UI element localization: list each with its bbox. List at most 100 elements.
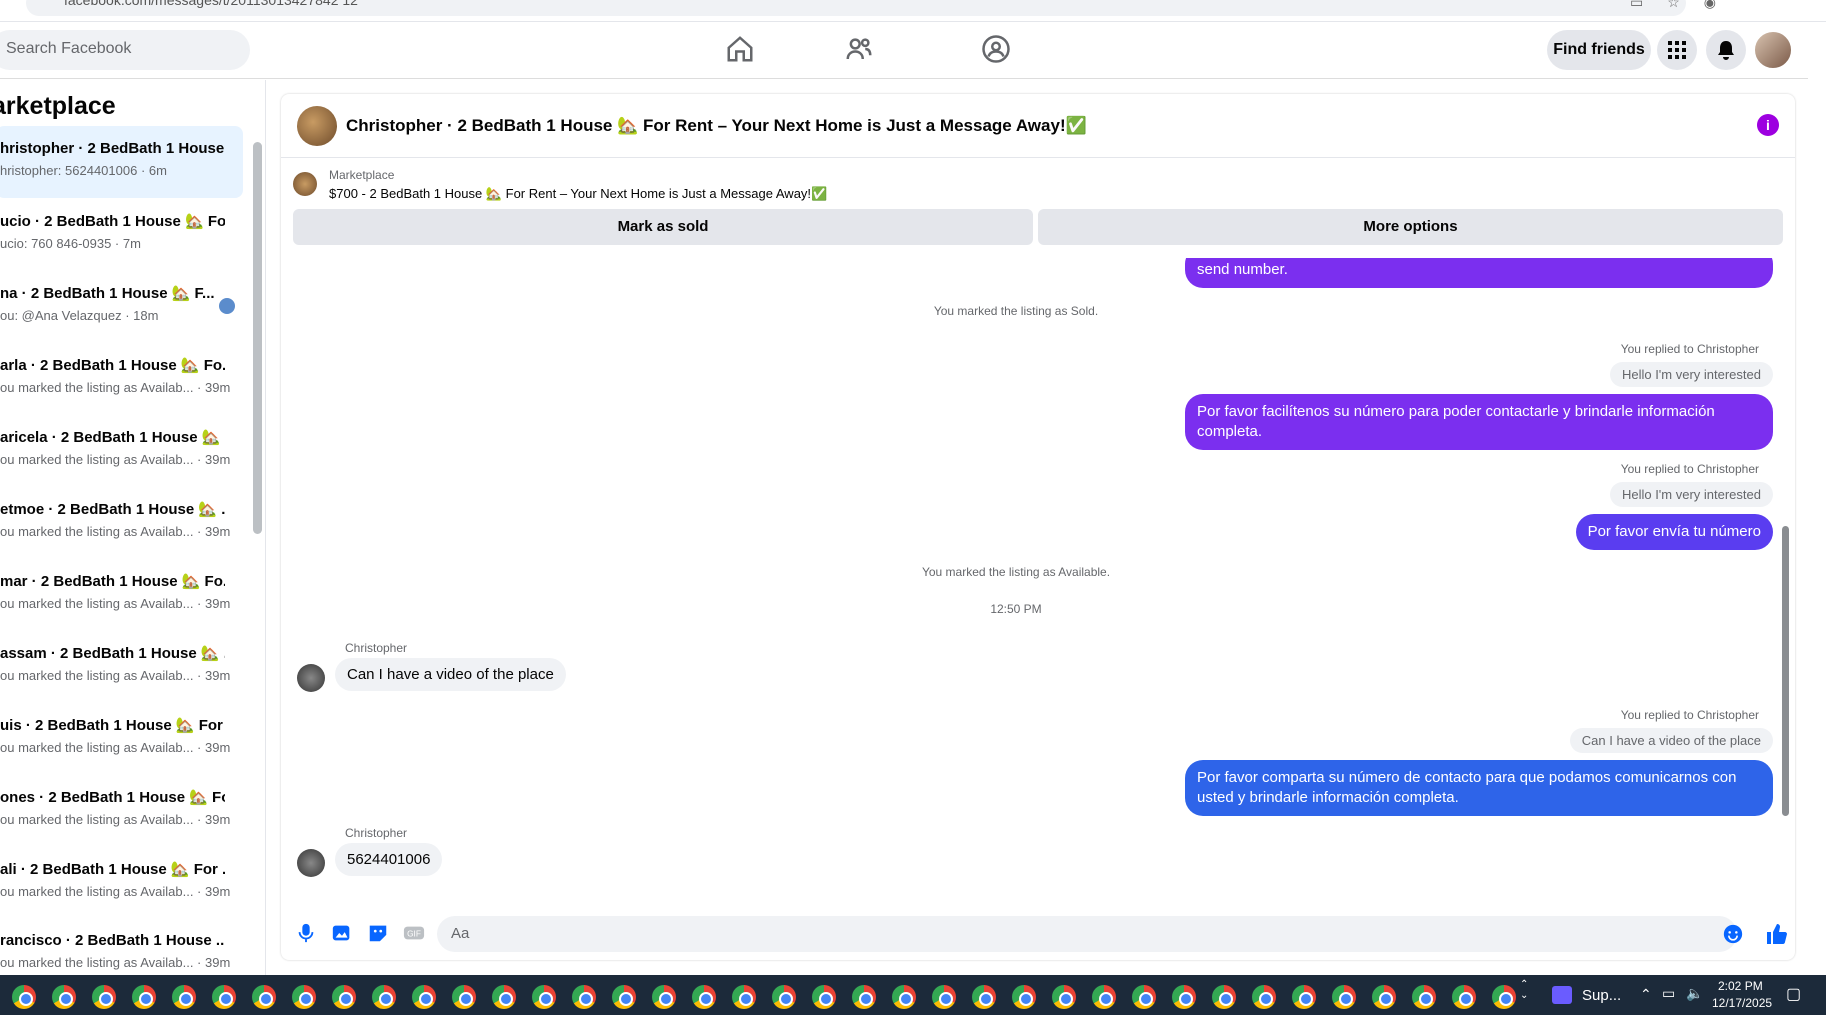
quoted-message[interactable]: Hello I'm very interested <box>1609 362 1773 387</box>
emoji-icon[interactable] <box>1723 924 1743 944</box>
find-friends-button[interactable]: Find friends <box>1547 30 1651 70</box>
chrome-app-icon[interactable] <box>92 985 116 1009</box>
message-input[interactable]: Aa <box>437 916 1737 952</box>
info-icon[interactable]: i <box>1757 114 1779 136</box>
taskbar-app-label[interactable]: Sup... <box>1582 987 1621 1004</box>
chrome-app-icon[interactable] <box>212 985 236 1009</box>
account-avatar[interactable] <box>1753 30 1793 70</box>
chrome-app-icon[interactable] <box>452 985 476 1009</box>
listing-thumbnail[interactable] <box>293 172 317 196</box>
chrome-app-icon[interactable] <box>1212 985 1236 1009</box>
chrome-app-icon[interactable] <box>892 985 916 1009</box>
notification-center-icon[interactable]: ▢ <box>1786 984 1801 1004</box>
chrome-app-icon[interactable] <box>252 985 276 1009</box>
chrome-app-icon[interactable] <box>972 985 996 1009</box>
cast-icon[interactable]: ▭ <box>1630 0 1643 11</box>
search-input[interactable]: Search Facebook <box>0 30 250 70</box>
chrome-app-icon[interactable] <box>1492 985 1516 1009</box>
more-options-button[interactable]: More options <box>1038 209 1783 245</box>
sidebar-title: arketplace <box>0 92 116 120</box>
chrome-app-icon[interactable] <box>932 985 956 1009</box>
network-icon[interactable]: ▭ <box>1662 985 1675 1002</box>
sender-avatar[interactable] <box>297 664 325 692</box>
chrome-app-icon[interactable] <box>1412 985 1436 1009</box>
chrome-app-icon[interactable] <box>292 985 316 1009</box>
chrome-app-icon[interactable] <box>52 985 76 1009</box>
profile-icon[interactable]: ◉ <box>1704 0 1716 11</box>
chrome-app-icon[interactable] <box>412 985 436 1009</box>
volume-icon[interactable]: 🔈 <box>1686 985 1703 1002</box>
chrome-app-icon[interactable] <box>12 985 36 1009</box>
reply-indicator: You replied to Christopher <box>1620 342 1759 356</box>
messages-scrollbar[interactable] <box>1782 526 1789 816</box>
chrome-app-icon[interactable] <box>812 985 836 1009</box>
quoted-message[interactable]: Hello I'm very interested <box>1609 482 1773 507</box>
thread-item[interactable]: hristopher · 2 BedBath 1 House... hristop… <box>0 126 243 198</box>
chrome-app-icon[interactable] <box>1332 985 1356 1009</box>
home-icon[interactable] <box>725 34 755 64</box>
seen-avatar <box>219 298 235 314</box>
quoted-message[interactable]: Can I have a video of the place <box>1569 728 1773 753</box>
listing-description[interactable]: $700 - 2 BedBath 1 House 🏡 For Rent – Yo… <box>329 186 827 202</box>
photo-icon[interactable] <box>331 922 353 944</box>
chrome-app-icon[interactable] <box>772 985 796 1009</box>
chrome-app-icon[interactable] <box>852 985 876 1009</box>
thread-item[interactable]: ones · 2 BedBath 1 House 🏡 Fo... ou marke… <box>0 774 243 846</box>
chrome-app-icon[interactable] <box>1012 985 1036 1009</box>
system-message: You marked the listing as Available. <box>921 565 1111 579</box>
chrome-app-icon[interactable] <box>1252 985 1276 1009</box>
chrome-app-icon[interactable] <box>132 985 156 1009</box>
microphone-icon[interactable] <box>295 922 317 944</box>
chrome-app-icon[interactable] <box>372 985 396 1009</box>
chrome-app-icon[interactable] <box>1092 985 1116 1009</box>
thread-item[interactable]: uis · 2 BedBath 1 House 🏡 For ... ou mark… <box>0 702 243 774</box>
thumbs-up-icon[interactable] <box>1765 922 1789 946</box>
chrome-app-icon[interactable] <box>172 985 196 1009</box>
chrome-app-icon[interactable] <box>652 985 676 1009</box>
chrome-app-icon[interactable] <box>1132 985 1156 1009</box>
sticker-icon[interactable] <box>367 922 389 944</box>
thread-item[interactable]: aricela · 2 BedBath 1 House 🏡 ... ou mark… <box>0 414 243 486</box>
chrome-app-icon[interactable] <box>1372 985 1396 1009</box>
thread-item[interactable]: mar · 2 BedBath 1 House 🏡 Fo... ou marked… <box>0 558 243 630</box>
thread-item[interactable]: etmoe · 2 BedBath 1 House 🏡 ... ou marked… <box>0 486 243 558</box>
gif-icon[interactable]: GIF <box>403 922 425 944</box>
tray-chevron-icon[interactable]: ⌃ <box>1640 986 1652 1003</box>
chrome-app-icon[interactable] <box>692 985 716 1009</box>
conversation-panel: Christopher · 2 BedBath 1 House 🏡 For Re… <box>281 94 1795 960</box>
chrome-app-icon[interactable] <box>332 985 356 1009</box>
taskbar-scroll-arrows[interactable]: ⌃ ⌄ <box>1520 979 1528 1001</box>
thread-item[interactable]: ali · 2 BedBath 1 House 🏡 For ... ou mark… <box>0 846 243 918</box>
thread-item[interactable]: assam · 2 BedBath 1 House 🏡 ... ou marked… <box>0 630 243 702</box>
app-icon[interactable] <box>1552 986 1572 1004</box>
conversation-title[interactable]: Christopher · 2 BedBath 1 House 🏡 For Re… <box>346 116 1087 136</box>
chrome-app-icon[interactable] <box>1172 985 1196 1009</box>
sender-avatar[interactable] <box>297 849 325 877</box>
clock-time[interactable]: 2:02 PM <box>1718 979 1763 993</box>
chrome-app-icon[interactable] <box>532 985 556 1009</box>
url-field[interactable]: facebook.com/messages/t/20113013427842 1… <box>26 0 1686 16</box>
chrome-app-icon[interactable] <box>612 985 636 1009</box>
menu-grid-icon[interactable] <box>1657 30 1697 70</box>
thread-item[interactable]: na · 2 BedBath 1 House 🏡 F... ou: @Ana Ve… <box>0 270 243 342</box>
chrome-app-icon[interactable] <box>1452 985 1476 1009</box>
notifications-bell-icon[interactable] <box>1706 30 1746 70</box>
chrome-app-icon[interactable] <box>732 985 756 1009</box>
chrome-app-icon[interactable] <box>492 985 516 1009</box>
thread-item[interactable]: rancisco · 2 BedBath 1 House ... ou marke… <box>0 918 243 975</box>
friends-icon[interactable] <box>844 34 874 64</box>
groups-icon[interactable] <box>981 34 1011 64</box>
bookmark-star-icon[interactable]: ☆ <box>1667 0 1680 11</box>
contact-avatar[interactable] <box>297 106 337 146</box>
chrome-app-icon[interactable] <box>1052 985 1076 1009</box>
incoming-message: 5624401006 <box>335 843 443 876</box>
thread-item[interactable]: ucio · 2 BedBath 1 House 🏡 Fo... ucio: 76… <box>0 198 243 270</box>
thread-item[interactable]: arla · 2 BedBath 1 House 🏡 Fo... ou marke… <box>0 342 243 414</box>
sidebar-scrollbar[interactable] <box>253 142 262 534</box>
mark-as-sold-button[interactable]: Mark as sold <box>293 209 1033 245</box>
chrome-app-icon[interactable] <box>572 985 596 1009</box>
marketplace-label: Marketplace <box>329 168 395 182</box>
clock-date[interactable]: 12/17/2025 <box>1712 996 1772 1010</box>
chrome-app-icon[interactable] <box>1292 985 1316 1009</box>
reply-indicator: You replied to Christopher <box>1620 708 1759 722</box>
